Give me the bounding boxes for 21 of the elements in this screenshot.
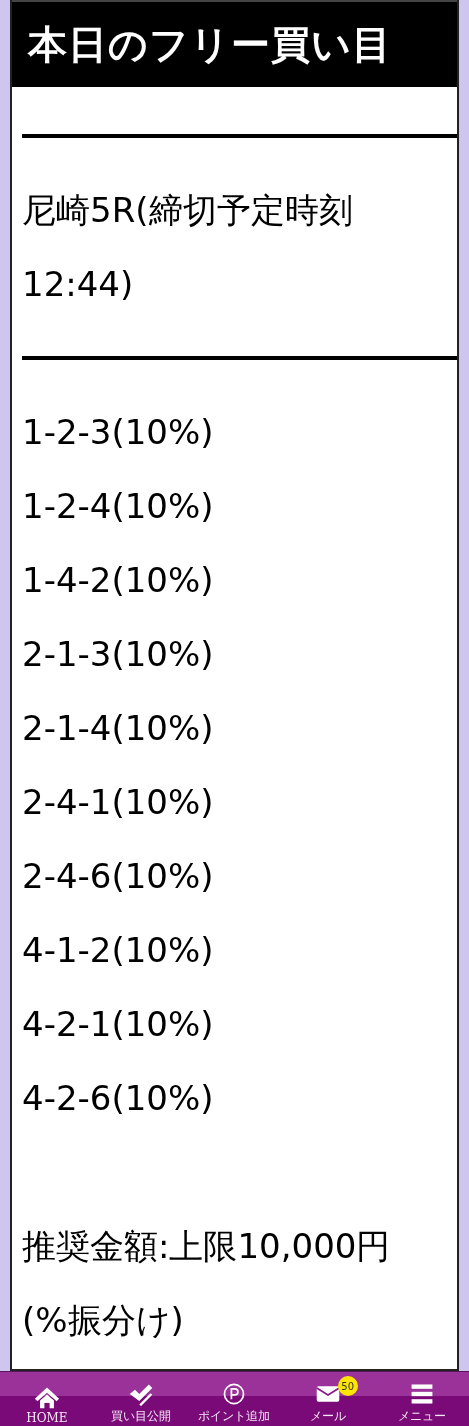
recommended-amount: 推奨金額:上限10,000円(%振分け) [22,1225,392,1342]
bet-combination: 4-2-6(10%) [22,1077,215,1120]
checkmark-icon [127,1382,154,1406]
bet-combination: 2-4-6(10%) [22,855,215,898]
nav-item[interactable]: 50 メール [281,1372,376,1426]
nav-item[interactable]: 買い目公開 [93,1372,188,1426]
race-info: 尼崎5R(締切予定時刻12:44) [22,189,354,306]
bet-combination: 1-2-3(10%) [22,411,215,454]
page-title: 本日のフリー買い目 [28,20,392,69]
bet-combination: 4-1-2(10%) [22,929,215,972]
home-icon [33,1385,60,1409]
nav-item[interactable]: ポイント追加 [187,1372,282,1426]
bet-combination: 1-2-4(10%) [22,485,215,528]
unread-count-badge: 50 [337,1376,358,1396]
nav-item[interactable]: HOME [0,1372,94,1426]
bet-combination: 2-1-4(10%) [22,707,215,750]
nav-item[interactable]: メニュー [375,1372,469,1426]
bet-combination: 2-1-3(10%) [22,633,215,676]
bet-combination: 4-2-1(10%) [22,1003,215,1046]
bet-combination: 2-4-1(10%) [22,781,215,824]
bet-combination: 1-4-2(10%) [22,559,215,602]
